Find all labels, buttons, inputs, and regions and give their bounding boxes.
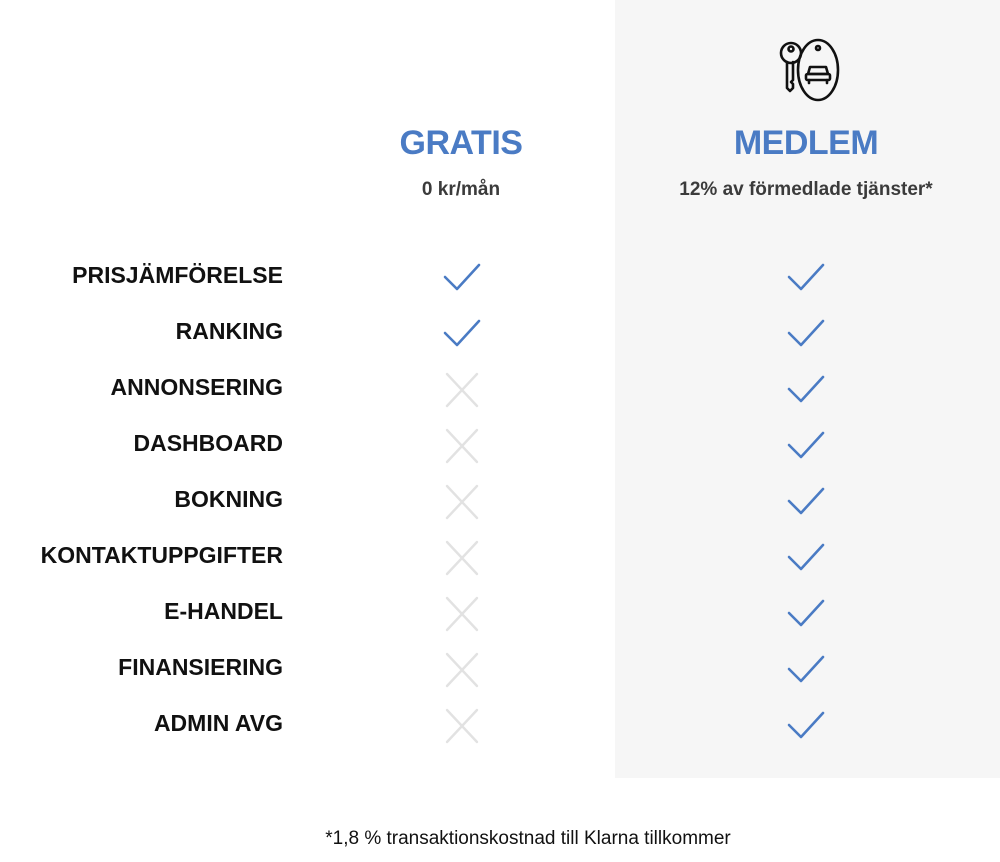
check-icon (443, 263, 481, 291)
feature-label: DASHBOARD (133, 430, 284, 456)
feature-label: KONTAKTUPPGIFTER (40, 542, 283, 568)
feature-row: ADMIN AVG (0, 698, 1000, 754)
feature-label: E-HANDEL (164, 598, 283, 624)
feature-label: RANKING (175, 318, 283, 344)
feature-comparison-table: PRISJÄMFÖRELSE RANKING ANNONSERING DASHBOAR… (0, 250, 1000, 754)
feature-row: BOKNING (0, 474, 1000, 530)
cross-icon (445, 372, 479, 408)
feature-row: FINANSIERING (0, 642, 1000, 698)
check-icon (787, 655, 825, 683)
feature-row: DASHBOARD (0, 418, 1000, 474)
feature-row: E-HANDEL (0, 586, 1000, 642)
feature-label: ANNONSERING (110, 374, 283, 400)
check-icon (787, 263, 825, 291)
check-icon (787, 431, 825, 459)
member-plan-price: 12% av förmedlade tjänster* (679, 179, 933, 200)
feature-label: FINANSIERING (118, 654, 283, 680)
free-plan-price: 0 kr/mån (421, 179, 501, 200)
check-icon (787, 599, 825, 627)
footnote: *1,8 % transaktionskostnad till Klarna t… (325, 828, 731, 849)
check-icon (787, 319, 825, 347)
check-icon (787, 543, 825, 571)
cross-icon (445, 596, 479, 632)
feature-label: PRISJÄMFÖRELSE (72, 262, 283, 288)
check-icon (787, 487, 825, 515)
cross-icon (445, 708, 479, 744)
feature-row: ANNONSERING (0, 362, 1000, 418)
feature-row: KONTAKTUPPGIFTER (0, 530, 1000, 586)
cross-icon (445, 652, 479, 688)
cross-icon (445, 484, 479, 520)
cross-icon (445, 540, 479, 576)
check-icon (787, 711, 825, 739)
cross-icon (445, 428, 479, 464)
free-plan-title: GRATIS (399, 124, 523, 162)
feature-label: BOKNING (174, 486, 283, 512)
check-icon (787, 375, 825, 403)
feature-row: RANKING (0, 306, 1000, 362)
car-key-icon (779, 38, 840, 102)
feature-label: ADMIN AVG (153, 710, 283, 736)
check-icon (443, 319, 481, 347)
feature-row: PRISJÄMFÖRELSE (0, 250, 1000, 306)
member-plan-title: MEDLEM (733, 124, 879, 162)
